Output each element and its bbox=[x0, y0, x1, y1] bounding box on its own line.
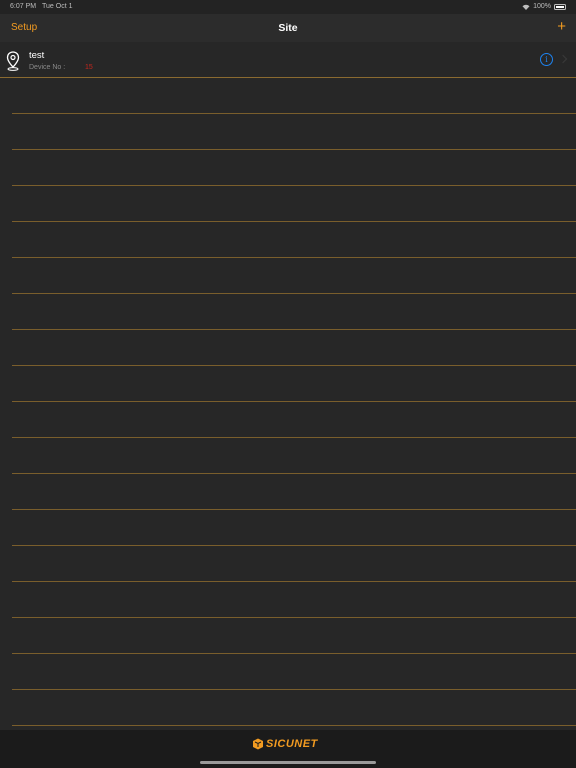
empty-row bbox=[0, 294, 576, 330]
battery-icon bbox=[554, 3, 566, 10]
empty-row bbox=[0, 474, 576, 510]
add-site-button[interactable]: + bbox=[557, 19, 566, 34]
sicunet-logo: SICUNET bbox=[252, 738, 318, 750]
empty-row bbox=[0, 222, 576, 258]
wifi-icon bbox=[522, 4, 530, 10]
site-row[interactable]: test Device No : 15 i bbox=[0, 42, 576, 78]
empty-rows bbox=[0, 78, 576, 726]
empty-row bbox=[0, 258, 576, 294]
home-indicator[interactable] bbox=[200, 761, 376, 764]
site-list: test Device No : 15 i bbox=[0, 42, 576, 730]
status-time: 6:07 PM bbox=[10, 3, 37, 10]
logo-text: SICUNET bbox=[266, 738, 318, 750]
empty-row bbox=[0, 654, 576, 690]
empty-row bbox=[0, 78, 576, 114]
device-count: 15 bbox=[85, 64, 93, 71]
status-date: Tue Oct 1 bbox=[42, 3, 73, 10]
empty-row bbox=[0, 186, 576, 222]
empty-row bbox=[0, 150, 576, 186]
empty-row bbox=[0, 582, 576, 618]
status-bar: 6:07 PM Tue Oct 1 100% bbox=[0, 0, 576, 14]
footer: SICUNET bbox=[0, 730, 576, 768]
empty-row bbox=[0, 618, 576, 654]
navigation-bar: Setup Site + bbox=[0, 14, 576, 42]
empty-row bbox=[0, 366, 576, 402]
empty-row bbox=[0, 402, 576, 438]
info-icon[interactable]: i bbox=[540, 53, 553, 66]
location-pin-icon bbox=[6, 51, 20, 71]
logo-mark-icon bbox=[253, 738, 263, 750]
device-number-label: Device No : bbox=[29, 64, 66, 71]
empty-row bbox=[0, 438, 576, 474]
chevron-right-icon bbox=[558, 54, 568, 64]
empty-row bbox=[0, 690, 576, 726]
page-title: Site bbox=[278, 22, 298, 34]
site-name: test bbox=[29, 50, 45, 61]
empty-row bbox=[0, 114, 576, 150]
empty-row bbox=[0, 330, 576, 366]
empty-row bbox=[0, 546, 576, 582]
empty-row bbox=[0, 510, 576, 546]
battery-percent: 100% bbox=[533, 3, 551, 10]
status-right: 100% bbox=[522, 3, 566, 10]
